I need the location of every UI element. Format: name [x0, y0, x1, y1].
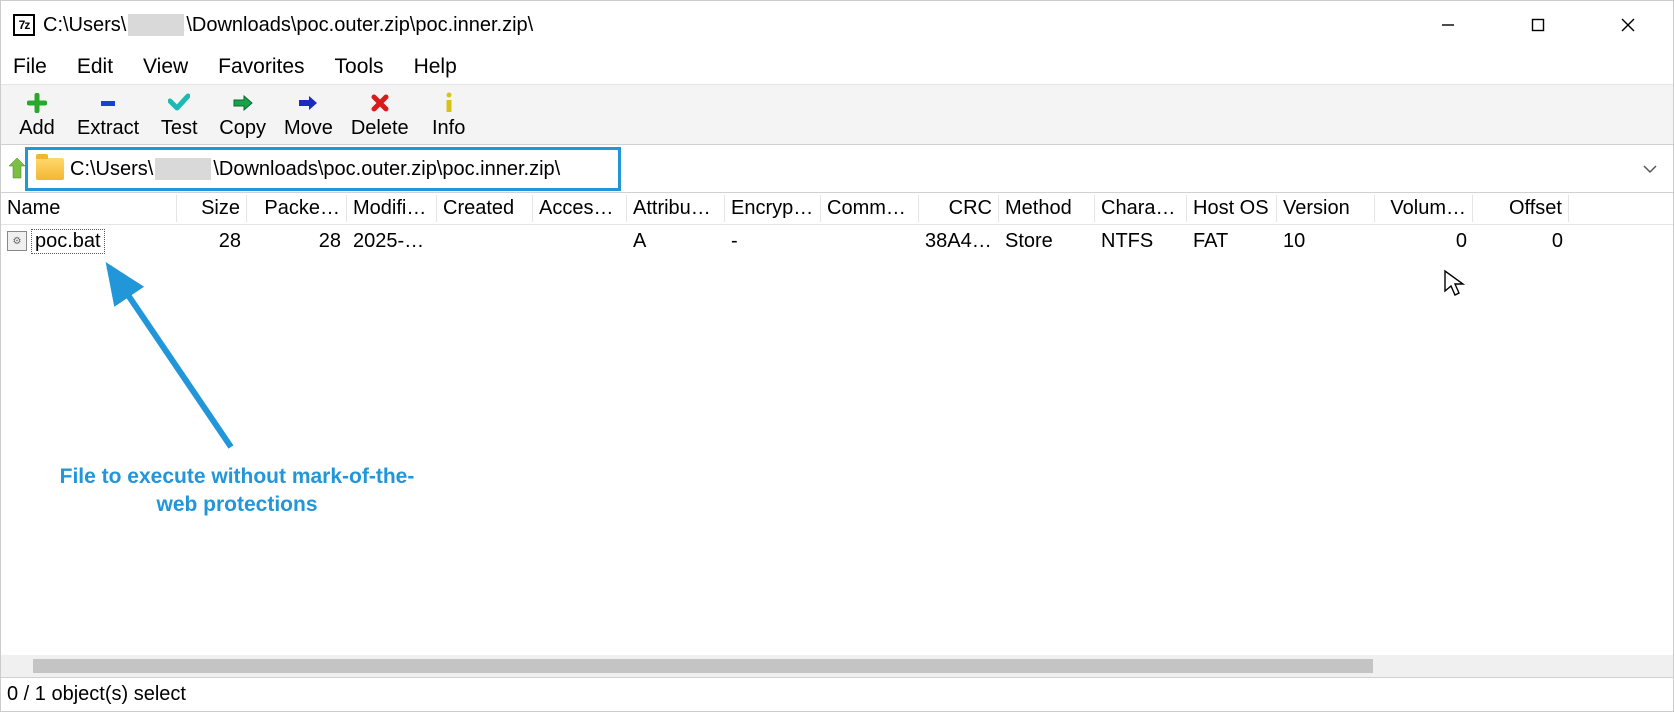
arrow-right-outline-icon: [231, 91, 255, 115]
column-modified[interactable]: Modifi…: [347, 195, 437, 222]
column-headers: Name Size Packe… Modifi… Created Access……: [1, 193, 1673, 225]
file-characteristics: NTFS: [1095, 228, 1187, 255]
file-packed: 28: [247, 228, 347, 255]
menubar: File Edit View Favorites Tools Help: [1, 49, 1673, 85]
info-button[interactable]: Info: [427, 91, 471, 140]
info-icon: [437, 91, 461, 115]
horizontal-scrollbar[interactable]: [1, 655, 1673, 677]
file-list[interactable]: ⚙ poc.bat 28 28 2025-… A - 38A42… Store …: [1, 225, 1673, 655]
statusbar: 0 / 1 object(s) select: [1, 677, 1673, 711]
file-accessed: [533, 239, 627, 243]
main-window: 7z C:\Users\\Downloads\poc.outer.zip\poc…: [0, 0, 1674, 712]
extract-button[interactable]: Extract: [77, 91, 139, 140]
column-offset[interactable]: Offset: [1473, 195, 1569, 222]
column-comment[interactable]: Comm…: [821, 195, 919, 222]
file-created: [437, 239, 533, 243]
move-button[interactable]: Move: [284, 91, 333, 140]
close-button[interactable]: [1583, 1, 1673, 49]
file-method: Store: [999, 228, 1095, 255]
file-encrypted: -: [725, 228, 821, 255]
delete-button[interactable]: Delete: [351, 91, 409, 140]
address-dropdown-icon[interactable]: [1643, 157, 1665, 180]
menu-help[interactable]: Help: [414, 55, 457, 79]
toolbar: Add Extract Test Copy Move: [1, 85, 1673, 145]
menu-tools[interactable]: Tools: [335, 55, 384, 79]
column-host-os[interactable]: Host OS: [1187, 195, 1277, 222]
window-controls: [1403, 1, 1673, 49]
addressbar: C:\Users\\Downloads\poc.outer.zip\poc.in…: [1, 145, 1673, 193]
file-name: poc.bat: [31, 229, 105, 254]
column-packed[interactable]: Packe…: [247, 195, 347, 222]
titlebar: 7z C:\Users\\Downloads\poc.outer.zip\poc…: [1, 1, 1673, 49]
scrollbar-thumb[interactable]: [33, 659, 1373, 673]
file-size: 28: [177, 228, 247, 255]
column-crc[interactable]: CRC: [919, 195, 999, 222]
file-version: 10: [1277, 228, 1375, 255]
check-icon: [167, 91, 191, 115]
folder-icon: [36, 158, 64, 180]
menu-file[interactable]: File: [13, 55, 47, 79]
file-comment: [821, 239, 919, 243]
minimize-button[interactable]: [1403, 1, 1493, 49]
column-version[interactable]: Version: [1277, 195, 1375, 222]
batch-file-icon: ⚙: [7, 231, 27, 251]
column-name[interactable]: Name: [1, 195, 177, 222]
column-size[interactable]: Size: [177, 195, 247, 222]
test-button[interactable]: Test: [157, 91, 201, 140]
column-created[interactable]: Created: [437, 195, 533, 222]
redacted-username: [128, 14, 184, 36]
mouse-cursor-icon: [1443, 269, 1467, 299]
column-characteristics[interactable]: Charac…: [1095, 195, 1187, 222]
menu-edit[interactable]: Edit: [77, 55, 113, 79]
column-volume[interactable]: Volum…: [1375, 195, 1473, 222]
x-icon: [368, 91, 392, 115]
window-title: C:\Users\\Downloads\poc.outer.zip\poc.in…: [43, 14, 1403, 37]
file-row[interactable]: ⚙ poc.bat 28 28 2025-… A - 38A42… Store …: [1, 225, 1673, 257]
file-host-os: FAT: [1187, 228, 1277, 255]
menu-view[interactable]: View: [143, 55, 188, 79]
maximize-button[interactable]: [1493, 1, 1583, 49]
address-path-box[interactable]: C:\Users\\Downloads\poc.outer.zip\poc.in…: [25, 147, 621, 191]
column-method[interactable]: Method: [999, 195, 1095, 222]
app-icon: 7z: [13, 14, 35, 36]
menu-favorites[interactable]: Favorites: [218, 55, 304, 79]
annotation-arrow: [91, 257, 251, 457]
file-offset: 0: [1473, 228, 1569, 255]
file-crc: 38A42…: [919, 228, 999, 255]
file-modified: 2025-…: [347, 228, 437, 255]
add-button[interactable]: Add: [15, 91, 59, 140]
column-accessed[interactable]: Access…: [533, 195, 627, 222]
file-attributes: A: [627, 228, 725, 255]
plus-icon: [25, 91, 49, 115]
redacted-username: [155, 158, 211, 180]
arrow-right-solid-icon: [296, 91, 320, 115]
annotation-text: File to execute without mark-of-the-web …: [57, 463, 417, 520]
column-attributes[interactable]: Attribu…: [627, 195, 725, 222]
address-path-text: C:\Users\\Downloads\poc.outer.zip\poc.in…: [70, 158, 560, 181]
status-text: 0 / 1 object(s) select: [7, 683, 186, 706]
minus-icon: [96, 91, 120, 115]
column-encrypted[interactable]: Encryp…: [725, 195, 821, 222]
copy-button[interactable]: Copy: [219, 91, 266, 140]
file-volume: 0: [1375, 228, 1473, 255]
